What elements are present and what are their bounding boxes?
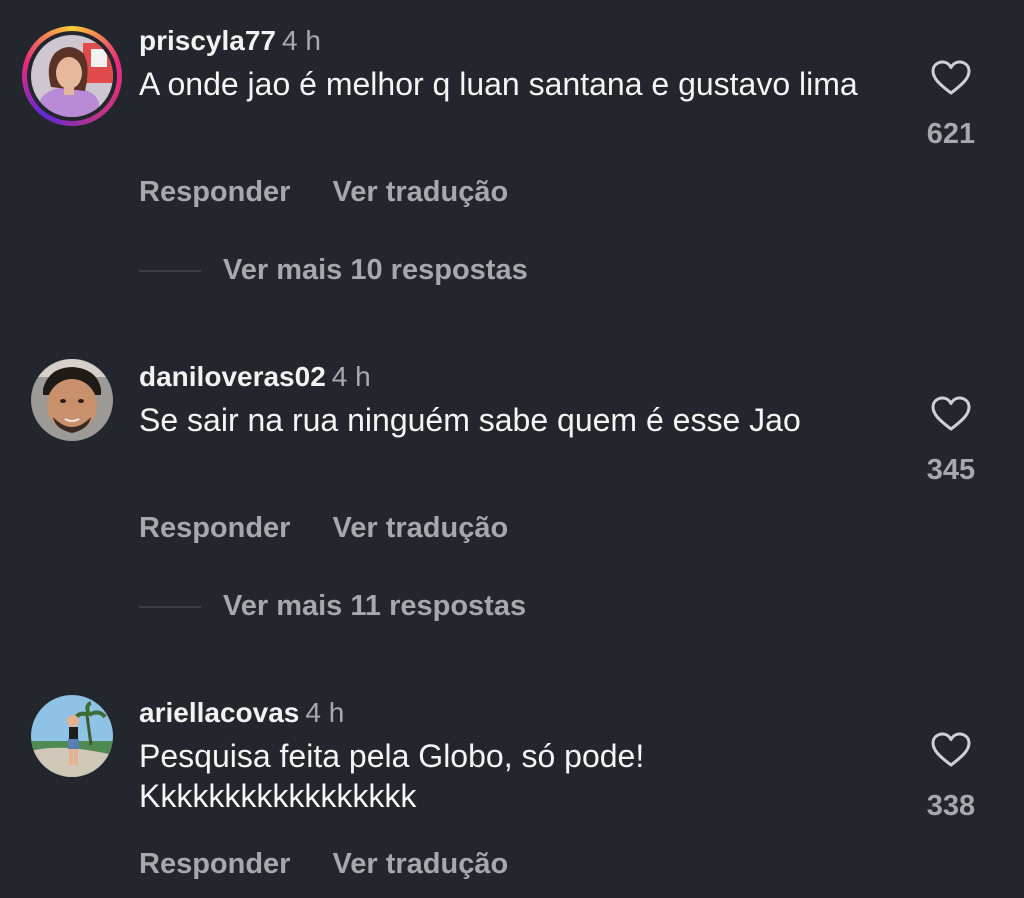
replies-divider <box>139 605 201 608</box>
avatar[interactable] <box>31 35 113 117</box>
view-more-replies-label[interactable]: Ver mais 11 respostas <box>223 590 526 623</box>
see-translation-button[interactable]: Ver tradução <box>332 512 508 544</box>
like-count: 345 <box>926 454 976 486</box>
comment-text: Se sair na rua ninguém sabe quem é esse … <box>139 402 801 438</box>
reply-button[interactable]: Responder <box>139 512 290 544</box>
reply-button[interactable]: Responder <box>139 848 290 880</box>
see-translation-button[interactable]: Ver tradução <box>332 848 508 880</box>
replies-divider <box>139 269 201 272</box>
heart-outline-icon[interactable] <box>931 732 971 768</box>
comment-username[interactable]: ariellacovas <box>139 697 299 728</box>
avatar-container[interactable] <box>22 686 122 786</box>
comment-username[interactable]: priscyla77 <box>139 25 276 56</box>
like-control: 621 <box>916 60 986 151</box>
like-control: 338 <box>916 732 986 823</box>
see-translation-button[interactable]: Ver tradução <box>332 176 508 208</box>
heart-outline-icon[interactable] <box>931 60 971 96</box>
comment-text: Pesquisa feita pela Globo, só pode! Kkkk… <box>139 738 645 814</box>
comments-list: priscyla77 4 h A onde jao é melhor q luan… <box>0 0 1024 898</box>
view-more-replies[interactable]: Ver mais 11 respostas <box>139 590 526 623</box>
avatar[interactable] <box>31 695 113 777</box>
view-more-replies-label[interactable]: Ver mais 10 respostas <box>223 254 528 287</box>
comment-actions: Responder Ver tradução <box>139 848 508 881</box>
comment-time: 4 h <box>305 697 345 728</box>
like-count: 621 <box>926 118 976 150</box>
avatar-container[interactable] <box>22 350 122 450</box>
comment-actions: Responder Ver tradução <box>139 512 508 545</box>
comment-actions: Responder Ver tradução <box>139 176 508 209</box>
comment-time: 4 h <box>282 25 321 56</box>
avatar[interactable] <box>31 359 113 441</box>
comment-time: 4 h <box>331 361 371 392</box>
view-more-replies[interactable]: Ver mais 10 respostas <box>139 254 528 287</box>
comment-username[interactable]: daniloveras02 <box>139 361 326 392</box>
like-count: 338 <box>926 790 976 822</box>
reply-button[interactable]: Responder <box>139 176 290 208</box>
heart-outline-icon[interactable] <box>931 396 971 432</box>
like-control: 345 <box>916 396 986 487</box>
avatar-story-ring[interactable] <box>22 26 122 126</box>
comment-text: A onde jao é melhor q luan santana e gus… <box>139 66 858 102</box>
